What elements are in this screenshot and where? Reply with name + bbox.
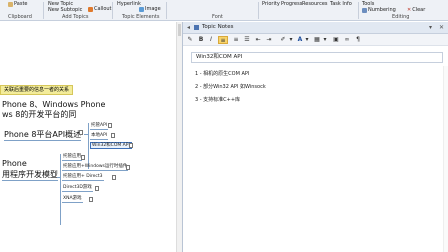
note-icon — [79, 130, 83, 135]
pin-icon[interactable]: ◂ — [187, 24, 190, 31]
subtopic-managed-direct3d[interactable]: 托管应用+ Direct3 — [62, 174, 104, 181]
table-icon[interactable]: ▦ — [313, 36, 321, 44]
image-icon — [139, 6, 144, 12]
numbering-icon — [362, 7, 367, 13]
subtopic-win32-com-api[interactable]: Win32和COM API — [90, 142, 132, 149]
note-icon — [95, 186, 99, 191]
ribbon: Paste Clipboard New Topic New Subtopic C… — [0, 0, 448, 21]
notes-panel-icon — [194, 25, 199, 30]
subtopic-native-api[interactable]: 本地API — [90, 133, 109, 140]
notes-header: ◂ Topic Notes ▾ ✕ — [183, 22, 448, 34]
notes-scrollbar[interactable] — [443, 66, 448, 252]
progress-button[interactable]: Progress — [281, 1, 302, 7]
ribbon-divider — [258, 2, 259, 19]
picture-icon[interactable]: ▣ — [332, 36, 340, 44]
notes-body[interactable]: 1 - 相机的原生COM API 2 - 部分Win32 API 如Winsoc… — [195, 68, 435, 107]
note-icon — [126, 165, 130, 170]
task-info-button[interactable]: Task Info — [330, 1, 352, 7]
ribbon-divider — [112, 2, 113, 19]
group-font: Font — [212, 14, 223, 20]
chevron-down-icon[interactable]: ▾ — [323, 36, 327, 44]
image-button[interactable]: Image — [139, 6, 161, 12]
note-icon — [52, 172, 56, 177]
paste-icon — [8, 1, 13, 7]
indent-icon[interactable]: ⇥ — [265, 36, 273, 44]
new-subtopic-button[interactable]: New Subtopic — [48, 7, 82, 13]
topic-phone[interactable]: Phone — [2, 159, 27, 168]
hyperlink-button[interactable]: Hyperlink — [117, 1, 141, 7]
bold-icon[interactable]: B — [197, 36, 205, 44]
note-icon — [108, 123, 112, 128]
paste-button[interactable]: Paste — [8, 1, 28, 7]
outdent-icon[interactable]: ⇤ — [254, 36, 262, 44]
note-icon — [112, 175, 116, 180]
group-topic-elements: Topic Elements — [122, 14, 160, 20]
close-icon[interactable]: ✕ — [439, 24, 444, 31]
subtopic-managed-winrt[interactable]: 托管应用+Windows运行时插件 — [62, 164, 129, 171]
link-icon[interactable]: ∞ — [343, 36, 351, 44]
bullets-icon[interactable]: ≡ — [218, 36, 228, 44]
notes-toolbar: ✎ B I ≡ ≡ ☰ ⇤ ⇥ ✐ ▾ A ▾ ▦ ▾ ▣ ∞ ¶ — [183, 34, 448, 46]
list-item[interactable]: 1 - 相机的原生COM API — [195, 68, 435, 81]
group-add-topics: Add Topics — [62, 14, 89, 20]
connector — [60, 154, 61, 225]
subtopic-xna-game[interactable]: XNA游戏 — [62, 196, 83, 203]
note-icon — [81, 155, 85, 160]
note-icon — [89, 197, 93, 202]
chevron-down-icon[interactable]: ▾ — [289, 36, 293, 44]
subtopic-managed-app[interactable]: 托管应用 — [62, 154, 82, 161]
priority-button[interactable]: Priority — [262, 1, 280, 7]
note-icon — [111, 133, 115, 138]
dropdown-icon[interactable]: ▾ — [429, 24, 432, 31]
resources-button[interactable]: Resources — [302, 1, 328, 7]
format-icon[interactable]: ¶ — [354, 36, 362, 44]
numbering-button[interactable]: Numbering — [362, 7, 396, 13]
subtopic-managed-api[interactable]: 托管API — [90, 123, 109, 130]
topic-notes-panel: ◂ Topic Notes ▾ ✕ ✎ B I ≡ ≡ ☰ ⇤ ⇥ ✐ ▾ A … — [182, 22, 448, 252]
list-item[interactable]: 2 - 部分Win32 API 如Winsock — [195, 81, 435, 94]
chevron-down-icon[interactable]: ▾ — [305, 36, 309, 44]
subtopic-direct3d-game[interactable]: Direct3D游戏 — [62, 185, 93, 192]
clear-button[interactable]: ✕ Clear — [407, 7, 425, 13]
connector — [88, 123, 89, 169]
notes-subject[interactable]: Win32和COM API — [191, 52, 443, 63]
group-clipboard: Clipboard — [8, 14, 32, 20]
scrollbar-thumb[interactable] — [178, 24, 181, 36]
callout-topic[interactable]: 关联后重要的信息一者的关系 — [0, 85, 74, 95]
topic-platform-difference[interactable]: ws 8的开发平台的同 — [2, 109, 76, 120]
italic-icon[interactable]: I — [207, 36, 215, 44]
note-icon — [129, 143, 133, 148]
list-item[interactable]: 3 - 支持标准C++库 — [195, 94, 435, 107]
callout-icon — [88, 6, 93, 12]
callout-button[interactable]: Callout — [88, 6, 112, 12]
list-icon[interactable]: ☰ — [243, 36, 251, 44]
edit-icon[interactable]: ✎ — [186, 36, 194, 44]
topic-api-overview[interactable]: Phone 8平台API概述 — [4, 129, 82, 141]
highlight-color-icon[interactable]: ✐ — [279, 36, 287, 44]
map-canvas[interactable]: 关联后重要的信息一者的关系 Phone 8、Windows Phone ws 8… — [0, 22, 176, 252]
font-color-icon[interactable]: A — [296, 36, 304, 44]
clear-icon: ✕ — [407, 7, 412, 13]
align-icon[interactable]: ≡ — [232, 36, 240, 44]
group-editing: Editing — [392, 14, 410, 20]
ribbon-divider — [166, 2, 167, 19]
topic-app-model[interactable]: 用程序开发模型 — [2, 169, 58, 181]
ribbon-divider — [43, 2, 44, 19]
ribbon-divider — [358, 2, 359, 19]
panel-title: Topic Notes — [202, 24, 234, 30]
